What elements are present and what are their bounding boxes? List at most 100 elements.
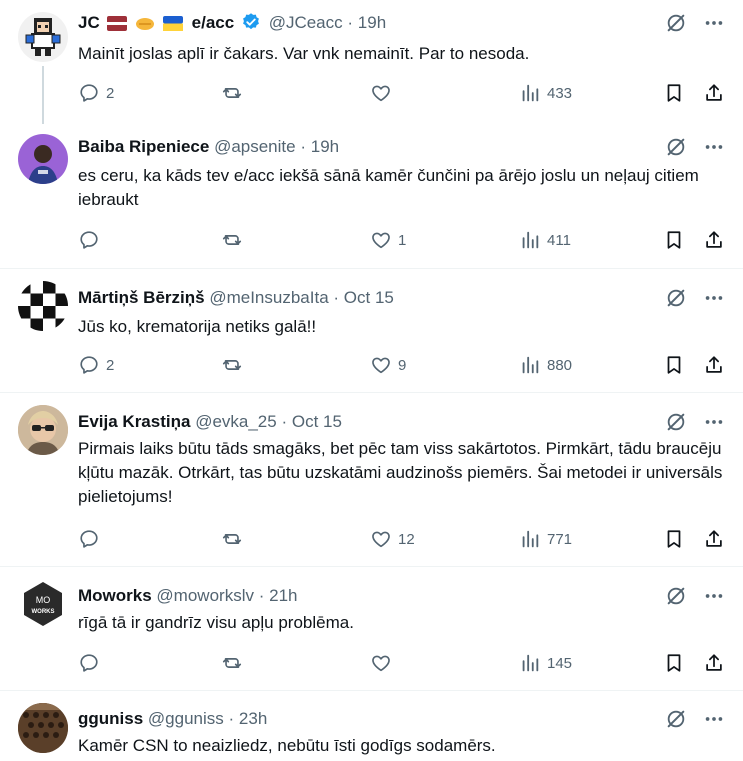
post-6[interactable]: gguniss @gguniss · 23h Kamēr CSN to neai… <box>0 690 743 761</box>
post-menu <box>665 585 725 607</box>
avatar[interactable] <box>18 703 68 753</box>
svg-text:WORKS: WORKS <box>32 609 55 615</box>
more-icon[interactable] <box>703 411 725 433</box>
views-icon <box>519 652 541 674</box>
more-icon[interactable] <box>703 708 725 730</box>
repost-button[interactable] <box>221 527 249 551</box>
like-button[interactable]: 12 <box>370 527 415 551</box>
timestamp[interactable]: 19h <box>311 137 339 156</box>
avatar[interactable] <box>18 405 68 455</box>
repost-button[interactable] <box>221 353 249 377</box>
reply-button[interactable] <box>78 651 106 675</box>
reply-icon <box>78 229 100 251</box>
avatar[interactable]: MO WORKS <box>18 579 68 629</box>
views-button[interactable]: 433 <box>519 81 572 105</box>
like-button[interactable]: 1 <box>370 228 406 252</box>
timestamp[interactable]: 23h <box>239 709 267 728</box>
bookmark-button[interactable] <box>663 228 685 252</box>
display-name[interactable]: Mārtiņš Bērziņš <box>78 288 205 307</box>
timestamp[interactable]: 19h <box>358 13 386 32</box>
bookmark-button[interactable] <box>663 353 685 377</box>
more-icon[interactable] <box>703 287 725 309</box>
handle[interactable]: @meInsuzbaIta <box>209 288 328 307</box>
more-icon[interactable] <box>703 12 725 34</box>
share-icon <box>703 354 725 376</box>
reply-icon <box>78 528 100 550</box>
handle[interactable]: @apsenite <box>214 137 296 156</box>
share-button[interactable] <box>703 651 725 675</box>
display-name[interactable]: Baiba Ripeniece <box>78 137 209 156</box>
display-name[interactable]: Moworks <box>78 586 152 605</box>
view-count: 411 <box>547 231 571 249</box>
post-3[interactable]: Mārtiņš Bērziņš @meInsuzbaIta · Oct 15 J… <box>0 268 743 392</box>
action-bar: 1 411 <box>78 228 725 252</box>
repost-button[interactable] <box>221 81 249 105</box>
grok-icon[interactable] <box>665 136 687 158</box>
repost-button[interactable] <box>221 228 249 252</box>
repost-button[interactable] <box>221 651 249 675</box>
like-icon <box>370 82 392 104</box>
handle[interactable]: @gguniss <box>148 709 224 728</box>
handle[interactable]: @JCeacc <box>269 13 343 32</box>
bookmark-icon <box>663 229 685 251</box>
like-button[interactable] <box>370 651 398 675</box>
post-header: gguniss @gguniss · 23h <box>78 708 653 730</box>
grok-icon[interactable] <box>665 12 687 34</box>
reply-button[interactable]: 2 <box>78 81 114 105</box>
separator-dot: · <box>258 586 265 605</box>
views-button[interactable]: 880 <box>519 353 572 377</box>
post-text: Pirmais laiks būtu tāds smagāks, bet pēc… <box>78 439 723 506</box>
share-icon <box>703 528 725 550</box>
bookmark-button[interactable] <box>663 651 685 675</box>
display-name[interactable]: gguniss <box>78 709 143 728</box>
share-button[interactable] <box>703 228 725 252</box>
grok-icon[interactable] <box>665 287 687 309</box>
post-5[interactable]: MO WORKS Moworks @moworkslv · 21h rīgā t… <box>0 566 743 690</box>
views-button[interactable]: 145 <box>519 651 572 675</box>
share-button[interactable] <box>703 527 725 551</box>
like-button[interactable]: 9 <box>370 353 406 377</box>
timestamp[interactable]: Oct 15 <box>292 412 342 431</box>
share-button[interactable] <box>703 353 725 377</box>
bookmark-button[interactable] <box>663 527 685 551</box>
avatar[interactable] <box>18 12 68 62</box>
more-icon[interactable] <box>703 585 725 607</box>
more-icon[interactable] <box>703 136 725 158</box>
post-4[interactable]: Evija Krastiņa @evka_25 · Oct 15 Pirmais… <box>0 392 743 566</box>
bookmark-icon <box>663 82 685 104</box>
grok-icon[interactable] <box>665 708 687 730</box>
post-menu <box>665 287 725 309</box>
views-button[interactable]: 771 <box>519 527 572 551</box>
share-button[interactable] <box>703 81 725 105</box>
grok-icon[interactable] <box>665 585 687 607</box>
bookmark-icon <box>663 528 685 550</box>
timestamp[interactable]: 21h <box>269 586 297 605</box>
reply-icon <box>78 354 100 376</box>
post-header: Evija Krastiņa @evka_25 · Oct 15 <box>78 411 653 433</box>
post-2[interactable]: Baiba Ripeniece @apsenite · 19h es ceru,… <box>0 124 743 268</box>
views-button[interactable]: 411 <box>519 228 571 252</box>
display-name[interactable]: Evija Krastiņa <box>78 412 190 431</box>
reply-button[interactable] <box>78 228 106 252</box>
view-count: 433 <box>547 84 573 102</box>
timestamp[interactable]: Oct 15 <box>344 288 394 307</box>
bookmark-button[interactable] <box>663 81 685 105</box>
reply-button[interactable] <box>78 527 106 551</box>
post-text: Kamēr CSN to neaizliedz, nebūtu īsti god… <box>78 736 496 755</box>
action-bar: 2 433 <box>78 81 725 105</box>
avatar[interactable] <box>18 281 68 331</box>
display-name[interactable]: JC <box>78 13 100 32</box>
post-menu <box>665 12 725 34</box>
post-1[interactable]: JC e/acc @JCeacc · 19h Mainīt joslas apl… <box>0 0 743 124</box>
reply-button[interactable]: 2 <box>78 353 114 377</box>
like-button[interactable] <box>370 81 398 105</box>
grok-icon[interactable] <box>665 411 687 433</box>
ukraine-flag-icon <box>162 15 183 37</box>
post-text: es ceru, ka kāds tev e/acc iekšā sānā ka… <box>78 166 699 209</box>
view-count: 771 <box>547 530 573 548</box>
handle[interactable]: @moworkslv <box>156 586 254 605</box>
handle[interactable]: @evka_25 <box>195 412 277 431</box>
avatar[interactable] <box>18 134 68 184</box>
post-text: Mainīt joslas aplī ir čakars. Var vnk ne… <box>78 44 530 63</box>
repost-icon <box>221 528 243 550</box>
